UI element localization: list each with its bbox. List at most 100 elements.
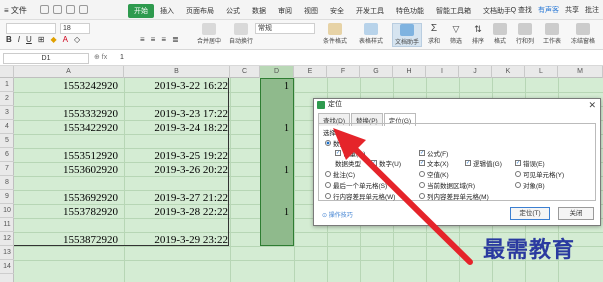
column-header-f[interactable]: F: [327, 66, 360, 78]
doc-assistant-button[interactable]: 文档助手: [392, 23, 422, 47]
checkbox-number[interactable]: ✓ 数字(U): [371, 158, 401, 168]
cell-b9[interactable]: 2019-3-27 21:22: [124, 192, 228, 204]
cell-d4[interactable]: 1: [262, 123, 292, 134]
selected-range-d[interactable]: [260, 78, 294, 246]
row-header-1[interactable]: 1: [0, 78, 14, 92]
format-button[interactable]: 格式: [490, 23, 510, 45]
column-header-e[interactable]: E: [294, 66, 327, 78]
freeze-panes-button[interactable]: 冻结窗格: [566, 23, 600, 45]
tips-link[interactable]: ⊙ 操作技巧: [322, 210, 353, 219]
justify-icon[interactable]: ≣: [172, 35, 179, 44]
checkbox-error[interactable]: ✓ 错误(E): [515, 158, 545, 168]
row-header-9[interactable]: 9: [0, 190, 14, 204]
cell-a6[interactable]: 1553512920: [40, 150, 118, 162]
print-icon[interactable]: [53, 5, 62, 14]
wrap-text-button[interactable]: 自动换行: [226, 23, 256, 45]
underline-icon[interactable]: U: [26, 35, 32, 44]
tab-formulas[interactable]: 公式: [220, 4, 246, 18]
save-icon[interactable]: [40, 5, 49, 14]
cell-b4[interactable]: 2019-3-24 18:22: [124, 122, 228, 134]
radio-comment[interactable]: 批注(C): [325, 169, 355, 179]
align-right-icon[interactable]: ≡: [161, 35, 166, 44]
column-header-b[interactable]: B: [124, 66, 230, 78]
tab-developer[interactable]: 开发工具: [350, 4, 390, 18]
font-size-select[interactable]: 18: [60, 23, 90, 34]
redo-icon[interactable]: [79, 5, 88, 14]
tab-view[interactable]: 视图: [298, 4, 324, 18]
select-all-corner[interactable]: [0, 66, 14, 78]
fill-color-icon[interactable]: ◆: [51, 35, 57, 44]
tab-security[interactable]: 安全: [324, 4, 350, 18]
row-header-8[interactable]: 8: [0, 176, 14, 190]
column-header-g[interactable]: G: [360, 66, 393, 78]
cell-a9[interactable]: 1553692920: [40, 192, 118, 204]
cell-a7[interactable]: 1553602920: [40, 164, 118, 176]
search-button[interactable]: Q 查找: [511, 5, 532, 15]
conditional-format-button[interactable]: 条件格式: [318, 23, 352, 45]
column-header-l[interactable]: L: [525, 66, 558, 78]
cell-d7[interactable]: 1: [262, 165, 292, 176]
column-header-k[interactable]: K: [492, 66, 525, 78]
merge-center-button[interactable]: 合并居中: [192, 23, 226, 45]
column-header-m[interactable]: M: [558, 66, 603, 78]
align-left-icon[interactable]: ≡: [140, 35, 145, 44]
number-format-select[interactable]: 常规: [255, 23, 315, 34]
cell-b3[interactable]: 2019-3-23 17:22: [124, 108, 228, 120]
formula-input[interactable]: 1: [120, 54, 124, 61]
radio-visible-cells[interactable]: 可见单元格(Y): [515, 169, 564, 179]
radio-data[interactable]: 数据(A): [325, 138, 355, 148]
row-header-10[interactable]: 10: [0, 204, 14, 218]
close-icon[interactable]: ✕: [588, 99, 596, 111]
column-header-j[interactable]: J: [459, 66, 492, 78]
checkbox-formula[interactable]: ✓ 公式(F): [419, 148, 448, 158]
tab-special[interactable]: 特色功能: [390, 4, 430, 18]
italic-icon[interactable]: I: [18, 35, 20, 44]
cell-b6[interactable]: 2019-3-25 19:22: [124, 150, 228, 162]
close-button[interactable]: 关闭: [558, 207, 594, 220]
font-color-icon[interactable]: A: [63, 35, 68, 44]
rows-columns-button[interactable]: 行和列: [512, 23, 538, 45]
locate-button[interactable]: 定位(T): [510, 207, 550, 220]
column-header-i[interactable]: I: [426, 66, 459, 78]
column-header-h[interactable]: H: [393, 66, 426, 78]
tab-data[interactable]: 数据: [246, 4, 272, 18]
checkbox-text[interactable]: ✓ 文本(X): [419, 158, 449, 168]
cell-a4[interactable]: 1553422920: [40, 122, 118, 134]
row-header-11[interactable]: 11: [0, 218, 14, 232]
checkbox-constant[interactable]: ✓ 常量(O): [335, 148, 365, 158]
row-header-7[interactable]: 7: [0, 162, 14, 176]
sum-button[interactable]: Σ 求和: [424, 23, 444, 45]
bold-icon[interactable]: B: [6, 35, 12, 44]
row-header-12[interactable]: 12: [0, 232, 14, 246]
cell-a3[interactable]: 1553332920: [40, 108, 118, 120]
filter-button[interactable]: ▽ 筛选: [446, 23, 466, 45]
row-header-4[interactable]: 4: [0, 120, 14, 134]
row-header-6[interactable]: 6: [0, 148, 14, 162]
tab-smart-tools[interactable]: 智能工具箱: [430, 4, 477, 18]
radio-objects[interactable]: 对象(B): [515, 180, 545, 190]
tab-home[interactable]: 开始: [128, 4, 154, 18]
cloud-status[interactable]: 有声客: [538, 5, 559, 15]
radio-row-differences[interactable]: 行内容差异单元格(W): [325, 191, 395, 201]
tab-review[interactable]: 审阅: [272, 4, 298, 18]
cell-b10[interactable]: 2019-3-28 22:22: [124, 206, 228, 218]
column-header-c[interactable]: C: [230, 66, 260, 78]
row-header-13[interactable]: 13: [0, 246, 14, 260]
comment-button[interactable]: 批注: [585, 5, 599, 15]
checkbox-logical[interactable]: ✓ 逻辑值(G): [465, 158, 502, 168]
clear-icon[interactable]: ◇: [74, 35, 80, 44]
tab-page-layout[interactable]: 页面布局: [180, 4, 220, 18]
radio-blank[interactable]: 空值(K): [419, 169, 449, 179]
worksheet-button[interactable]: 工作表: [540, 23, 564, 45]
fx-icon[interactable]: ⊕ fx: [94, 53, 107, 61]
file-menu[interactable]: ≡ 文件: [4, 5, 27, 16]
cell-d10[interactable]: 1: [262, 207, 292, 218]
cell-b1[interactable]: 2019-3-22 16:22: [124, 80, 228, 92]
align-center-icon[interactable]: ≡: [151, 35, 156, 44]
cell-a1[interactable]: 1553242920: [40, 80, 118, 92]
radio-column-differences[interactable]: 列内容差异单元格(M): [419, 191, 489, 201]
row-header-5[interactable]: 5: [0, 134, 14, 148]
name-box[interactable]: D1: [3, 53, 89, 64]
cell-d1[interactable]: 1: [262, 81, 292, 92]
font-family-select[interactable]: [6, 23, 56, 34]
